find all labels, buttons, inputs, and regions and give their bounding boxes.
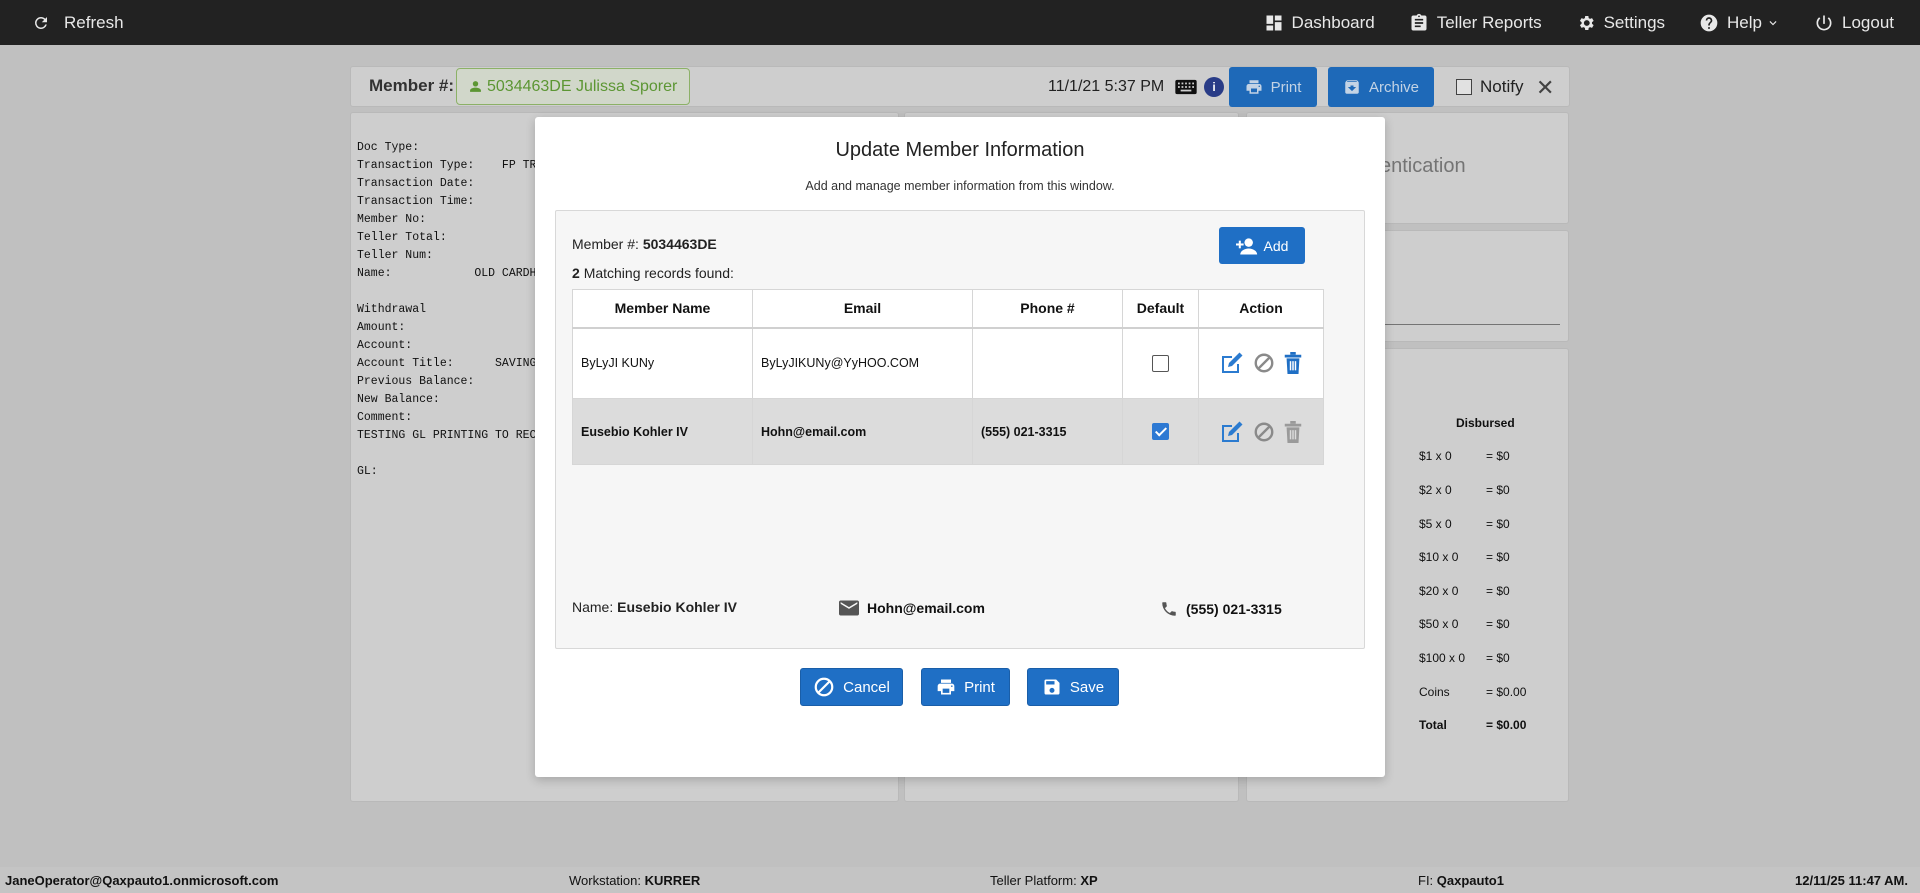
print-button[interactable]: Print bbox=[921, 668, 1010, 706]
top-nav-bar: Refresh Dashboard Teller Reports Setting… bbox=[0, 0, 1920, 45]
save-label: Save bbox=[1069, 678, 1105, 696]
cell-action bbox=[1198, 327, 1324, 399]
phone-icon bbox=[1162, 602, 1176, 616]
chevron-down-icon bbox=[1769, 20, 1777, 25]
cell-default bbox=[1122, 398, 1199, 465]
nav-settings-label: Settings bbox=[1603, 12, 1666, 32]
clipboard-icon bbox=[1411, 13, 1427, 31]
nav-settings[interactable]: Settings bbox=[1576, 13, 1665, 33]
cell-email: ByLyJIKUNy@YyHOO.COM bbox=[752, 327, 973, 399]
nav-logout-label: Logout bbox=[1842, 12, 1894, 32]
member-records-table: Member Name Email Phone # Default Action… bbox=[572, 289, 1324, 465]
update-member-modal: Update Member Information Add and manage… bbox=[535, 117, 1385, 777]
gear-icon bbox=[1579, 15, 1594, 30]
summary-phone-value: (555) 021-3315 bbox=[1186, 601, 1282, 617]
footer-workstation-label: Workstation: bbox=[569, 873, 642, 888]
nav-logout[interactable]: Logout bbox=[1814, 13, 1894, 33]
summary-name-value: Eusebio Kohler IV bbox=[617, 599, 737, 615]
status-footer: JaneOperator@Qaxpauto1.onmicrosoft.com W… bbox=[0, 867, 1920, 893]
summary-phone: (555) 021-3315 bbox=[1160, 600, 1282, 618]
summary-name-label: Name: bbox=[572, 599, 614, 615]
cell-member-name: Eusebio Kohler IV bbox=[572, 398, 753, 465]
footer-user: JaneOperator@Qaxpauto1.onmicrosoft.com bbox=[5, 873, 278, 888]
nav-dashboard[interactable]: Dashboard bbox=[1264, 13, 1375, 33]
modal-body: Member #: 5034463DE 2 Matching records f… bbox=[555, 210, 1365, 649]
power-icon bbox=[1816, 15, 1832, 30]
footer-datetime-value: 12/11/25 11:47 AM. bbox=[1795, 873, 1908, 888]
add-person-icon bbox=[1235, 237, 1257, 254]
footer-platform-label: Teller Platform: bbox=[990, 873, 1077, 888]
footer-platform-value: XP bbox=[1080, 873, 1098, 888]
matching-count-value: 2 bbox=[572, 265, 580, 281]
summary-email-value: Hohn@email.com bbox=[867, 600, 985, 616]
column-header-phone[interactable]: Phone # bbox=[972, 289, 1123, 329]
printer-icon bbox=[937, 679, 955, 695]
modal-member-number: Member #: 5034463DE bbox=[572, 236, 717, 252]
modal-member-label: Member #: bbox=[572, 236, 639, 252]
print-label: Print bbox=[964, 678, 995, 696]
modal-subtitle: Add and manage member information from t… bbox=[805, 179, 1115, 193]
floppy-disk-icon bbox=[1044, 679, 1060, 695]
dashboard-icon bbox=[1266, 15, 1282, 30]
summary-email: Hohn@email.com bbox=[839, 600, 985, 616]
footer-user-value: JaneOperator@Qaxpauto1.onmicrosoft.com bbox=[5, 873, 279, 888]
footer-platform: Teller Platform: XP bbox=[990, 873, 1098, 888]
table-header-row: Member Name Email Phone # Default Action bbox=[572, 289, 1324, 329]
nav-help-label: Help bbox=[1727, 12, 1762, 32]
cell-member-name: ByLyJI KUNy bbox=[572, 327, 753, 399]
add-member-button[interactable]: Add bbox=[1219, 227, 1305, 264]
matching-count-text: Matching records found: bbox=[583, 265, 734, 281]
cell-action bbox=[1198, 398, 1324, 465]
cell-phone bbox=[972, 327, 1123, 399]
cell-email: Hohn@email.com bbox=[752, 398, 973, 465]
footer-fi-value: Qaxpauto1 bbox=[1436, 873, 1504, 888]
matching-count: 2 Matching records found: bbox=[572, 265, 734, 281]
refresh-label: Refresh bbox=[64, 12, 124, 32]
cancel-label: Cancel bbox=[843, 678, 890, 696]
default-checkbox[interactable] bbox=[1152, 354, 1169, 372]
cell-phone: (555) 021-3315 bbox=[972, 398, 1123, 465]
default-checkbox-checked[interactable] bbox=[1152, 423, 1169, 440]
column-header-email[interactable]: Email bbox=[752, 289, 973, 329]
column-header-member-name[interactable]: Member Name bbox=[572, 289, 753, 329]
disable-icon[interactable] bbox=[1253, 421, 1275, 443]
nav-teller-reports-label: Teller Reports bbox=[1436, 12, 1542, 32]
trash-icon[interactable] bbox=[1283, 352, 1303, 375]
trash-icon-disabled bbox=[1284, 420, 1302, 443]
summary-name: Name: Eusebio Kohler IV bbox=[572, 599, 737, 615]
column-header-action: Action bbox=[1198, 289, 1324, 329]
table-row[interactable]: ByLyJI KUNy ByLyJIKUNy@YyHOO.COM bbox=[572, 327, 1324, 399]
footer-datetime: 12/11/25 11:47 AM. bbox=[1795, 873, 1908, 888]
cancel-button[interactable]: Cancel bbox=[800, 668, 903, 706]
nav-teller-reports[interactable]: Teller Reports bbox=[1409, 13, 1542, 33]
edit-icon[interactable] bbox=[1219, 420, 1245, 444]
envelope-icon bbox=[839, 600, 859, 616]
disable-icon[interactable] bbox=[1253, 352, 1275, 374]
refresh-button[interactable]: Refresh bbox=[32, 0, 124, 45]
column-header-default[interactable]: Default bbox=[1122, 289, 1199, 329]
cancel-icon bbox=[814, 677, 834, 697]
footer-workstation: Workstation: KURRER bbox=[569, 873, 700, 888]
edit-icon[interactable] bbox=[1219, 351, 1245, 375]
help-circle-icon bbox=[1700, 14, 1718, 31]
save-button[interactable]: Save bbox=[1027, 668, 1119, 706]
footer-fi: FI: Qaxpauto1 bbox=[1418, 873, 1504, 888]
nav-help[interactable]: Help bbox=[1699, 13, 1780, 33]
refresh-icon bbox=[35, 16, 47, 29]
table-row-selected[interactable]: Eusebio Kohler IV Hohn@email.com (555) 0… bbox=[572, 398, 1324, 465]
footer-workstation-value: KURRER bbox=[644, 873, 701, 888]
modal-title: Update Member Information bbox=[835, 139, 1085, 161]
modal-member-value: 5034463DE bbox=[642, 236, 717, 252]
nav-dashboard-label: Dashboard bbox=[1291, 12, 1375, 32]
cell-default bbox=[1122, 327, 1199, 399]
footer-fi-label: FI: bbox=[1418, 873, 1434, 888]
add-member-label: Add bbox=[1263, 237, 1289, 254]
